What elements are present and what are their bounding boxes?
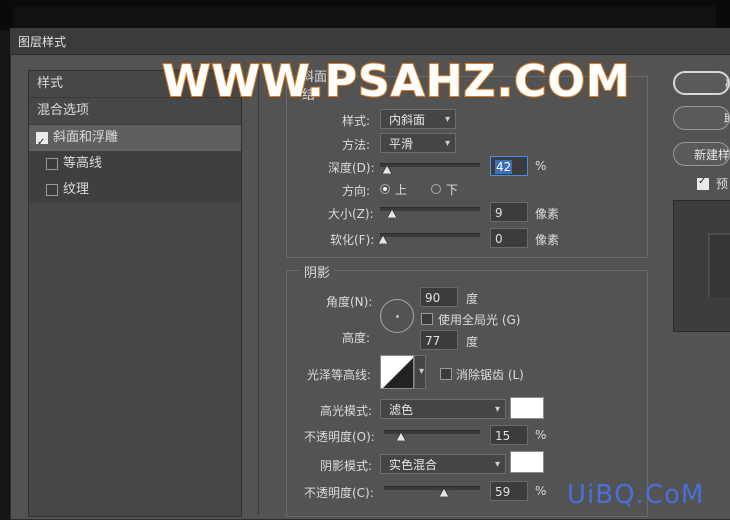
soften-input[interactable]: 0 xyxy=(490,228,528,248)
antialias-checkbox[interactable] xyxy=(440,368,452,380)
direction-down-radio[interactable] xyxy=(431,184,441,194)
shadow-opacity-unit: % xyxy=(535,484,547,498)
sidebar-item-label: 斜面和浮雕 xyxy=(53,130,119,145)
shadow-opacity-label: 不透明度(C): xyxy=(304,486,374,500)
size-unit: 像素 xyxy=(535,207,560,221)
highlight-mode-select[interactable]: 滤色 ▾ xyxy=(380,399,506,419)
chevron-down-icon: ▾ xyxy=(418,366,424,377)
size-label: 大小(Z): xyxy=(328,207,374,221)
ok-button[interactable]: 确 xyxy=(673,71,730,95)
global-light-label: 使用全局光 (G) xyxy=(438,313,521,327)
cancel-button[interactable]: 取 xyxy=(673,106,730,130)
depth-input[interactable]: 42 xyxy=(490,156,528,176)
depth-slider-track[interactable] xyxy=(380,163,480,167)
preview-label: 预 xyxy=(716,177,729,191)
highlight-opacity-unit: % xyxy=(535,428,547,442)
soften-unit: 像素 xyxy=(535,233,560,247)
sidebar-item-bevel-emboss[interactable]: 斜面和浮雕 xyxy=(29,125,241,156)
depth-unit: % xyxy=(535,159,547,173)
sidebar-item-contour[interactable]: 等高线 xyxy=(29,151,241,177)
sidebar-item-label: 混合选项 xyxy=(37,103,90,118)
depth-value: 42 xyxy=(495,160,513,174)
shadow-opacity-thumb[interactable] xyxy=(438,488,449,497)
gloss-contour-swatch[interactable] xyxy=(380,355,414,389)
style-label: 样式: xyxy=(342,114,371,128)
altitude-input[interactable]: 77 xyxy=(420,330,458,350)
style-list: 样式 混合选项 斜面和浮雕 等高线 纹理 xyxy=(28,70,242,517)
highlight-mode-value: 滤色 xyxy=(389,403,414,417)
size-input[interactable]: 9 xyxy=(490,202,528,222)
direction-up-label: 上 xyxy=(395,183,408,197)
style-select[interactable]: 内斜面 ▾ xyxy=(380,109,456,129)
direction-label: 方向: xyxy=(342,184,371,198)
sidebar-item-label: 纹理 xyxy=(63,182,90,197)
shadow-color-swatch[interactable] xyxy=(510,451,544,473)
sidebar-item-label: 样式 xyxy=(37,76,64,91)
shading-header: 阴影 xyxy=(300,262,335,281)
soften-slider-thumb[interactable] xyxy=(378,235,388,244)
chevron-down-icon: ▾ xyxy=(444,138,450,149)
size-slider-thumb[interactable] xyxy=(387,209,397,218)
texture-checkbox[interactable] xyxy=(46,184,58,196)
highlight-color-swatch[interactable] xyxy=(510,397,544,419)
gloss-contour-dropdown[interactable]: ▾ xyxy=(414,355,426,389)
global-light-checkbox[interactable] xyxy=(421,313,433,325)
angle-unit: 度 xyxy=(466,292,479,306)
depth-label: 深度(D): xyxy=(328,161,375,175)
shadow-mode-select[interactable]: 实色混合 ▾ xyxy=(380,454,506,474)
direction-up-radio[interactable] xyxy=(380,184,390,194)
shadow-opacity-input[interactable]: 59 xyxy=(490,481,528,501)
sidebar-item-texture[interactable]: 纹理 xyxy=(29,177,241,203)
altitude-unit: 度 xyxy=(466,335,479,349)
highlight-mode-label: 高光模式: xyxy=(320,404,373,418)
bevel-emboss-checkbox[interactable] xyxy=(36,130,48,156)
highlight-opacity-thumb[interactable] xyxy=(396,432,407,441)
contour-checkbox[interactable] xyxy=(46,158,58,170)
shadow-opacity-track[interactable] xyxy=(384,486,480,490)
highlight-opacity-input[interactable]: 15 xyxy=(490,425,528,445)
new-style-button[interactable]: 新建样 xyxy=(673,142,730,166)
new-style-label: 新建样 xyxy=(694,148,730,162)
soften-label: 软化(F): xyxy=(330,233,375,247)
panel-divider xyxy=(258,70,259,515)
altitude-label: 高度: xyxy=(342,331,371,345)
angle-input[interactable]: 90 xyxy=(420,287,458,307)
antialias-label: 消除锯齿 (L) xyxy=(456,368,524,382)
style-preview-thumbnail xyxy=(673,200,730,332)
chevron-down-icon: ▾ xyxy=(494,459,500,470)
sidebar-item-label: 等高线 xyxy=(63,156,103,171)
gloss-contour-label: 光泽等高线: xyxy=(307,368,372,382)
direction-down-label: 下 xyxy=(446,183,459,197)
preview-swatch xyxy=(708,233,730,297)
preview-checkbox[interactable] xyxy=(697,176,709,190)
window-title: 图层样式 xyxy=(18,35,67,49)
style-select-value: 内斜面 xyxy=(389,113,426,127)
technique-select[interactable]: 平滑 ▾ xyxy=(380,133,456,153)
title-bar[interactable] xyxy=(10,28,730,55)
technique-label: 方法: xyxy=(342,138,371,152)
contour-curve-icon xyxy=(383,358,413,388)
chevron-down-icon: ▾ xyxy=(444,114,450,125)
depth-slider-thumb[interactable] xyxy=(382,165,392,174)
technique-select-value: 平滑 xyxy=(389,137,414,151)
watermark-top: WWW.PSAHZ.COM xyxy=(161,55,631,108)
chevron-down-icon: ▾ xyxy=(494,404,500,415)
angle-dial[interactable] xyxy=(380,299,414,333)
shadow-mode-label: 阴影模式: xyxy=(320,459,373,473)
highlight-opacity-label: 不透明度(O): xyxy=(304,430,375,444)
angle-label: 角度(N): xyxy=(326,295,373,309)
soften-slider-track[interactable] xyxy=(380,233,480,237)
watermark-bottom: UiBQ.CoM xyxy=(567,480,705,510)
background-window xyxy=(14,6,716,30)
shadow-mode-value: 实色混合 xyxy=(389,458,438,472)
